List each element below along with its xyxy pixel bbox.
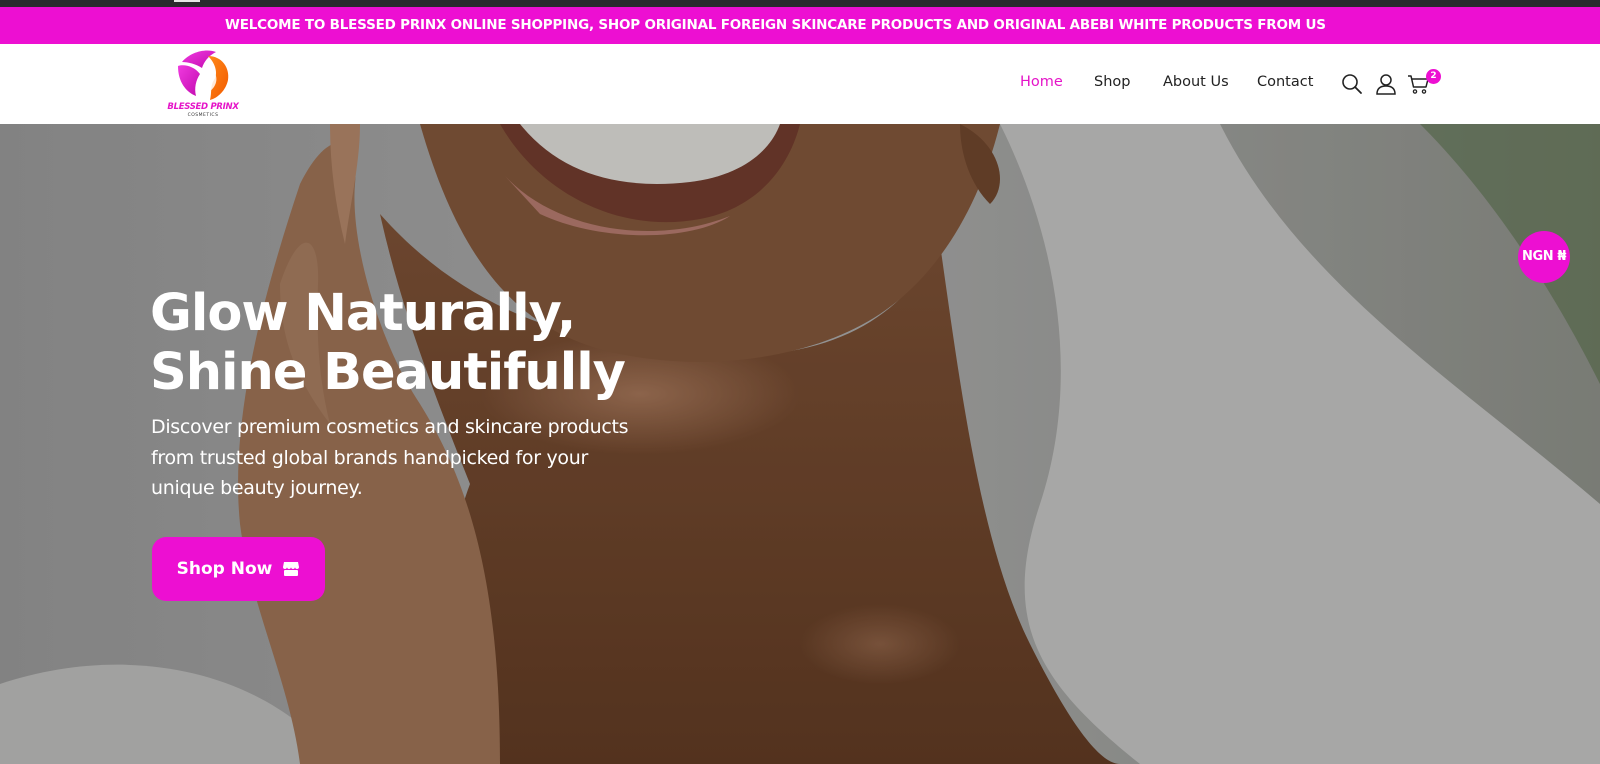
user-icon[interactable] — [1374, 72, 1398, 96]
hero-title-line-1: Glow Naturally, — [150, 284, 576, 343]
brand-name: BLESSED PRINX — [167, 102, 239, 112]
site-header: BLESSED PRINX COSMETICS Home Shop About … — [0, 44, 1600, 124]
currency-switcher[interactable]: NGN ₦ — [1518, 231, 1570, 283]
store-icon — [283, 562, 300, 576]
nav-about-us[interactable]: About Us — [1163, 74, 1229, 90]
nav-home[interactable]: Home — [1020, 74, 1063, 90]
shop-now-label: Shop Now — [176, 559, 273, 579]
browser-tab-indicator — [174, 0, 200, 2]
brand-tagline: COSMETICS — [187, 113, 219, 118]
announcement-text: WELCOME TO BLESSED PRINX ONLINE SHOPPING… — [225, 17, 1326, 33]
hero-title-line-2: Shine Beautifully — [150, 343, 626, 402]
announcement-bar: WELCOME TO BLESSED PRINX ONLINE SHOPPING… — [0, 7, 1600, 44]
nav-shop[interactable]: Shop — [1094, 74, 1130, 90]
hero-title: Glow Naturally, Shine Beautifully — [150, 284, 626, 402]
cart-count-badge: 2 — [1426, 69, 1441, 84]
hero-description: Discover premium cosmetics and skincare … — [151, 416, 629, 499]
browser-chrome-strip — [0, 0, 1600, 7]
hero-banner: Glow Naturally, Shine Beautifully Discov… — [0, 124, 1600, 764]
nav-contact[interactable]: Contact — [1257, 74, 1313, 90]
search-icon[interactable] — [1340, 72, 1364, 96]
shop-now-button[interactable]: Shop Now — [152, 537, 325, 601]
